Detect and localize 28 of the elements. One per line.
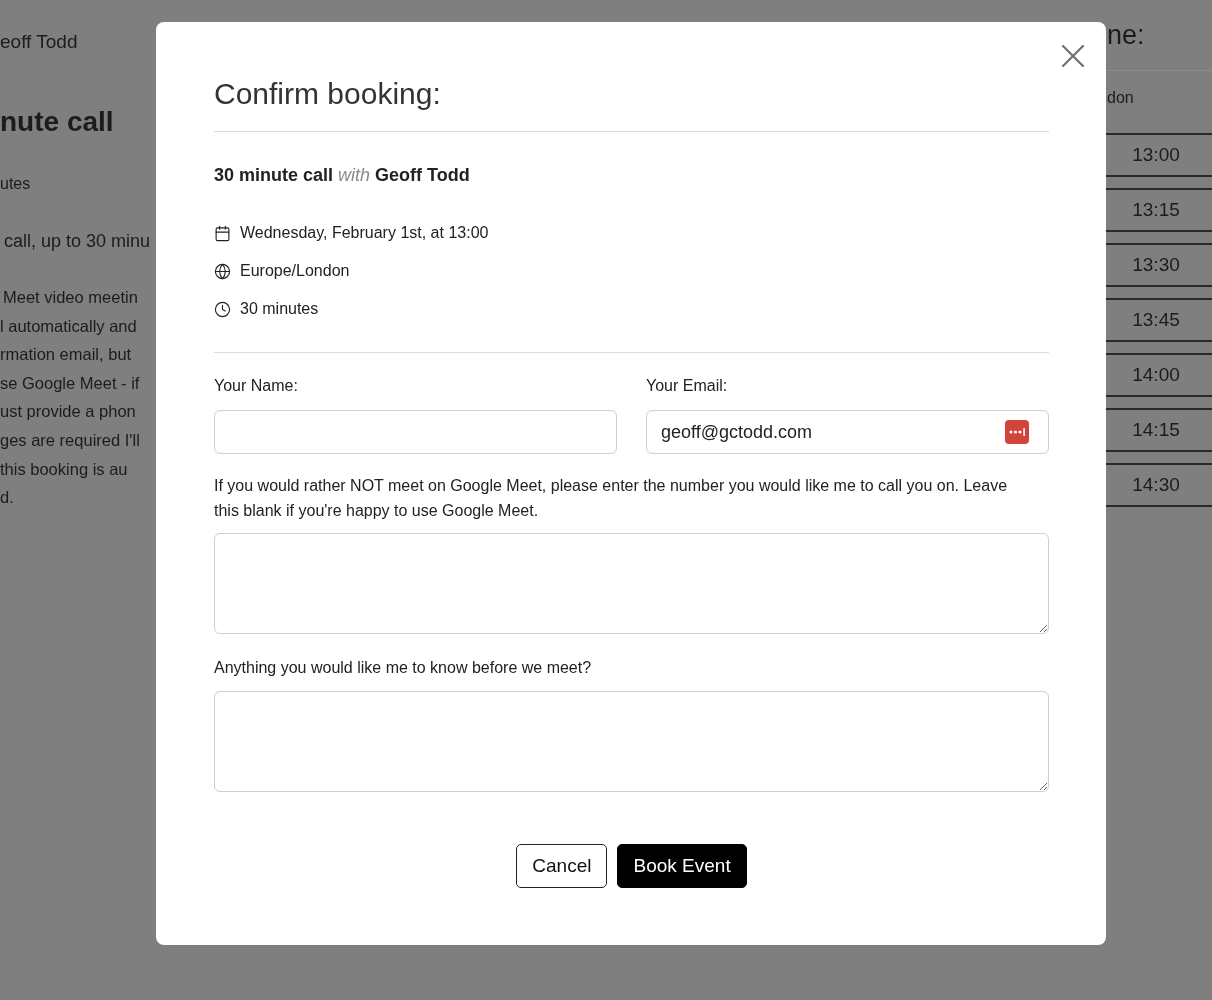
field-label: Your Email: (646, 376, 729, 396)
notes-textarea[interactable] (214, 691, 1049, 792)
field-label: Your Name: (214, 376, 299, 396)
email-input[interactable]: geoff@gctodd.com (646, 410, 1049, 454)
timezone-text: don (1106, 88, 1135, 108)
close-icon (1062, 45, 1084, 67)
detail-text: Europe/London (240, 261, 350, 281)
detail-text: Wednesday, February 1st, at 13:00 (240, 223, 489, 243)
summary-text: call, up to 30 minu (3, 230, 151, 253)
field-label: Anything you would like me to know before we meet? (214, 658, 593, 678)
description-text: Meet video meetin l automatically and rmation email, but se Google Meet - if ust provide a phon ges are required I'll this booking is au d. (0, 287, 140, 509)
section-heading: ne: (1106, 19, 1146, 52)
name-input[interactable] (214, 410, 617, 454)
close-button[interactable] (1062, 45, 1084, 67)
dialog-title: Confirm booking: (214, 76, 442, 112)
duration-text: utes (0, 174, 31, 194)
cancel-button[interactable]: Cancel (516, 844, 608, 888)
book-event-button[interactable]: Book Event (617, 844, 747, 888)
calendar-icon (214, 224, 231, 242)
clock-icon (214, 300, 231, 318)
event-summary: 30 minute call with Geoff Todd (214, 164, 471, 186)
phone-textarea[interactable] (214, 533, 1049, 634)
field-label: If you would rather NOT meet on Google Meet, please enter the number you would like me to call you on. Leave this blank if you're happy to use Google Meet. (214, 476, 1009, 521)
password-manager-icon[interactable] (1005, 420, 1029, 444)
globe-icon (214, 262, 231, 280)
host-name: eoff Todd (0, 30, 78, 54)
detail-text: 30 minutes (240, 299, 319, 319)
event-heading: nute call (0, 105, 114, 139)
